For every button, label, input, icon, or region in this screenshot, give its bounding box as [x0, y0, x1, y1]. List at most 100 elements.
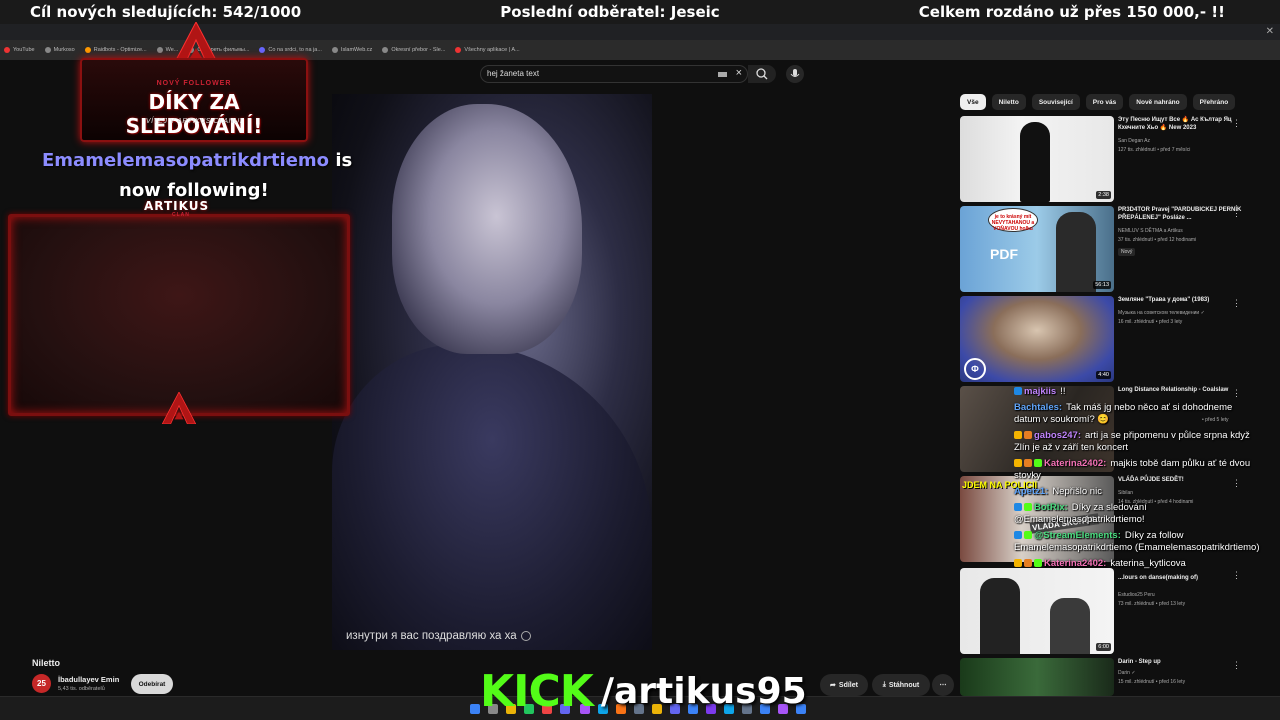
chat-badge-icon [1024, 559, 1032, 567]
recommendation-title: Darin - Step up [1118, 659, 1161, 665]
chat-message: gabos247: arti ja se připomenu v půlce sr… [1014, 430, 1250, 453]
speech-bubble: je to krásný mít NEVYTAHANOU a VOŇAVOU h… [988, 208, 1038, 232]
share-icon: ➦ [830, 682, 836, 689]
chat-badge-icon [1024, 503, 1032, 511]
bookmark-item[interactable]: IslamWeb.cz [331, 47, 372, 53]
bookmark-item[interactable]: Okresní přebor - Sle... [382, 47, 445, 53]
chat-badge-icon [1034, 459, 1042, 467]
kick-branding: KICK /artikus95 [480, 668, 807, 716]
chat-badge-icon [1014, 459, 1022, 467]
channel-subscribers: 5,43 tis. odběratelů [58, 686, 105, 692]
recommendation-channel: Музыка на советском телевидении ✓ [1118, 310, 1205, 316]
chat-message: BotRix: Díky za sledování @Emamelemasopat… [1014, 502, 1147, 525]
bookmark-icon [455, 47, 462, 53]
chip-for-you[interactable]: Pro vás [1085, 94, 1124, 110]
more-actions-button[interactable]: ⋯ [932, 674, 954, 696]
recommendation-channel: Darin ✓ [1118, 670, 1136, 676]
follower-line: Emamelemasopatrikdrtiemo is [42, 150, 352, 171]
keyboard-icon[interactable] [718, 72, 727, 77]
channel-name[interactable]: İbadullayev Emin [58, 675, 119, 684]
total-given: Celkem rozdáno už přes 150 000,- !! [918, 3, 1225, 21]
chip-recent[interactable]: Nově nahráno [1129, 94, 1187, 110]
filter-chips: Vše Niletto Související Pro vás Nově nah… [960, 94, 1236, 110]
duration-badge: 6:00 [1096, 643, 1111, 651]
share-button[interactable]: ➦ Sdílet [820, 674, 868, 696]
recommendation-meta: 15 mil. zhlédnutí • před 16 lety [1118, 679, 1186, 685]
video-title: Niletto [32, 658, 60, 668]
duration-badge: 2:38 [1096, 191, 1111, 199]
mic-icon [790, 69, 800, 77]
youtube-icon [4, 47, 10, 53]
subscribe-button[interactable]: Odebírat [131, 674, 173, 694]
kick-logo: KICK [480, 666, 594, 717]
chat-message: Katerina2402: majkis tobě dam půlku ať té… [1014, 458, 1251, 481]
stream-banner: Cíl nových sledujících: 542/1000 Posledn… [0, 0, 1280, 24]
more-vert-icon[interactable]: ⋮ [1232, 208, 1241, 219]
search-value: hej žaneta text [487, 69, 540, 78]
chat-badge-icon [1034, 559, 1042, 567]
artikus-logo-icon [162, 392, 196, 424]
webcam-frame [8, 214, 350, 416]
channel-avatar[interactable]: 25 [32, 674, 51, 693]
recommendation-item[interactable]: Ф 4:40 Земляне "Трава у дома" (1983) Муз… [960, 296, 1260, 384]
follower-is: is [335, 150, 353, 171]
video-thumbnail[interactable] [960, 658, 1114, 696]
bookmark-item[interactable]: YouTube [4, 47, 35, 53]
new-badge: Nový [1118, 248, 1136, 256]
last-subscriber: Poslední odběratel: Jeseic [500, 3, 720, 21]
voice-search-button[interactable] [786, 65, 804, 83]
bookmark-icon [44, 47, 51, 53]
thumbnail-figure [1056, 212, 1096, 292]
more-vert-icon[interactable]: ⋮ [1232, 298, 1241, 309]
more-vert-icon[interactable]: ⋮ [1232, 118, 1241, 129]
video-thumbnail[interactable]: je to krásný mít NEVYTAHANOU a VOŇAVOU h… [960, 206, 1114, 292]
search-button[interactable] [748, 65, 776, 83]
recommendation-item[interactable]: je to krásný mít NEVYTAHANOU a VOŇAVOU h… [960, 206, 1260, 294]
alert-subline: VÍTEJ V ARTIKUS CLANU! [145, 118, 243, 125]
recommendation-item[interactable]: 6:00 ...lours on danse(making of) Estudi… [960, 568, 1260, 656]
video-thumbnail[interactable]: 6:00 [960, 568, 1114, 654]
search-input[interactable]: hej žaneta text × [480, 65, 748, 83]
recommendation-channel: Estudios25 Peru [1118, 592, 1155, 598]
follower-alert: NOVÝ FOLLOWER DÍKY ZA SLEDOVÁNÍ! VÍTEJ V… [78, 22, 310, 150]
chat-message: @StreamElements: Díky za follow Emamelema… [1014, 530, 1260, 553]
alert-new-follower: NOVÝ FOLLOWER [156, 80, 232, 87]
chip-niletto[interactable]: Niletto [991, 94, 1026, 110]
thumbnail-figure [1020, 122, 1050, 202]
chat-badge-icon [1014, 387, 1022, 395]
search-icon [756, 68, 768, 80]
cam-label: ARTIKUS [144, 199, 210, 213]
cam-sublabel: CLAN [172, 212, 190, 218]
chip-watched[interactable]: Přehráno [1192, 94, 1236, 110]
download-button[interactable]: ⤓ Stáhnout [872, 674, 930, 696]
duration-badge: 4:40 [1096, 371, 1111, 379]
screen: Cíl nových sledujících: 542/1000 Posledn… [0, 0, 1280, 720]
video-caption: изнутри я вас поздравляю ха ха [346, 630, 531, 642]
chat-badge-icon [1014, 559, 1022, 567]
recommendation-channel: NEMLUV S DĚTMA a Artikus [1118, 228, 1183, 234]
more-vert-icon[interactable]: ⋮ [1232, 660, 1241, 671]
short-video-player[interactable] [332, 94, 652, 650]
chat-message: Bachtales: Tak máš jg nebo něco ať si doh… [1014, 402, 1233, 425]
chat-badge-icon [1014, 531, 1022, 539]
chip-related[interactable]: Související [1031, 94, 1080, 110]
recommendation-item[interactable]: 2:38 Эту Песню Ищут Все 🔥 Ас Кълтар Яц К… [960, 116, 1260, 204]
recommendation-title: Земляне "Трава у дома" (1983) [1118, 297, 1210, 303]
recommendation-item[interactable]: Darin - Step up Darin ✓ 15 mil. zhlédnut… [960, 658, 1260, 696]
start-icon[interactable] [470, 704, 480, 714]
close-window-icon[interactable]: ✕ [1266, 26, 1274, 37]
bookmark-item[interactable]: Všechny aplikace | A... [455, 47, 520, 53]
caption-icon [520, 630, 531, 641]
alert-headline: DÍKY ZA SLEDOVÁNÍ! [125, 90, 263, 138]
chat-badge-icon [1024, 459, 1032, 467]
bookmark-item[interactable]: Murkoso [44, 47, 75, 53]
video-thumbnail[interactable]: 2:38 [960, 116, 1114, 202]
recommendation-channel: San Degan Az [1118, 138, 1150, 144]
video-thumbnail[interactable]: Ф 4:40 [960, 296, 1114, 382]
recommendation-title: Эту Песню Ищут Все 🔥 Ас Кълтар Яц Кхечни… [1118, 117, 1232, 131]
clear-icon[interactable]: × [736, 67, 742, 79]
kick-handle: /artikus95 [600, 671, 807, 712]
chat-badge-icon [1024, 431, 1032, 439]
chip-all[interactable]: Vše [960, 94, 986, 110]
duration-badge: 56:13 [1093, 281, 1111, 289]
